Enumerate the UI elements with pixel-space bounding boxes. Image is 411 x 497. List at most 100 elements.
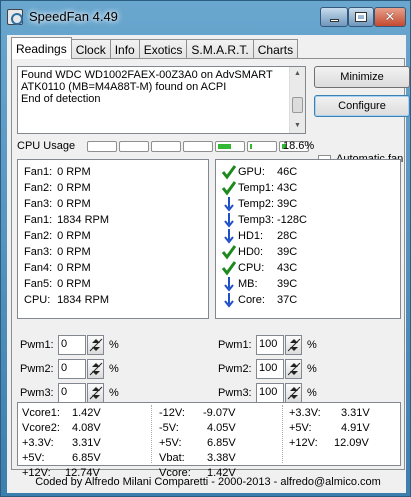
- tab-info[interactable]: Info: [109, 39, 140, 59]
- fan-row: Fan2: 0 RPM: [24, 228, 208, 244]
- fan-row: Fan4: 0 RPM: [24, 260, 208, 276]
- tab-charts[interactable]: Charts: [252, 39, 299, 59]
- voltage-label: +3.3V:: [22, 437, 54, 449]
- check-icon: [222, 245, 236, 260]
- pwm-value-field[interactable]: 0: [58, 359, 86, 379]
- pwm-value-field[interactable]: 0: [58, 335, 86, 355]
- cpu-core-meter-fill: [250, 144, 252, 149]
- voltage-row: +5V: 4.91V: [289, 421, 399, 436]
- configure-button[interactable]: Configure: [314, 95, 410, 117]
- voltage-label: +3.3V:: [289, 407, 321, 419]
- pwm-value-field[interactable]: 0: [58, 383, 86, 403]
- voltage-value: 6.85V: [207, 437, 236, 449]
- fan-row: Fan2: 0 RPM: [24, 180, 208, 196]
- column-divider: [282, 405, 283, 463]
- voltage-label: -12V:: [159, 407, 185, 419]
- pwm-spinner[interactable]: [285, 359, 302, 379]
- fan-value: 0 RPM: [57, 278, 91, 290]
- fan-value: 0 RPM: [57, 262, 91, 274]
- voltages-panel: Vcore1: 1.42V Vcore2: 4.08V +3.3V: 3.31V +5…: [17, 402, 401, 479]
- temperature-value: 37C: [277, 294, 298, 306]
- fan-row: Fan3: 0 RPM: [24, 244, 208, 260]
- fan-row: Fan5: 0 RPM: [24, 276, 208, 292]
- voltage-row: Vbat: 3.38V: [159, 451, 279, 466]
- temperature-label: Temp2:: [238, 198, 275, 210]
- fan-value: 1834 RPM: [57, 214, 110, 226]
- temperature-row: HD0: 39C: [220, 244, 400, 260]
- voltage-row: +5V: 6.85V: [22, 451, 142, 466]
- voltage-label: Vcore2:: [22, 422, 60, 434]
- log-line: Found WDC WD1002FAEX-00Z3A0 on AdvSMART: [21, 69, 273, 81]
- pwm-unit: %: [109, 339, 119, 351]
- pwm-spinner[interactable]: [87, 335, 104, 355]
- pwm-spinner[interactable]: [285, 335, 302, 355]
- arrow-down-icon: [224, 197, 234, 212]
- cpu-core-meter: [183, 141, 213, 152]
- pwm-unit: %: [109, 387, 119, 399]
- temperature-row: Temp3: -128C: [220, 212, 400, 228]
- scroll-up-arrow-icon[interactable]: ▲: [290, 67, 305, 81]
- temperature-value: 28C: [277, 230, 298, 242]
- pwm-unit: %: [307, 363, 317, 375]
- speedfan-app-icon[interactable]: [7, 9, 23, 25]
- voltage-row: -5V: 4.05V: [159, 421, 279, 436]
- voltage-value: 4.08V: [72, 422, 101, 434]
- voltage-row: Vcore1: 1.42V: [22, 406, 142, 421]
- pwm-spinner[interactable]: [285, 383, 302, 403]
- voltage-value: 6.85V: [72, 452, 101, 464]
- pwm-spinner[interactable]: [87, 359, 104, 379]
- voltage-label: +5V:: [22, 452, 45, 464]
- fan-value: 0 RPM: [57, 182, 91, 194]
- detection-log[interactable]: Found WDC WD1002FAEX-00Z3A0 on AdvSMART …: [17, 66, 306, 134]
- fan-label: Fan2:: [24, 230, 53, 242]
- pwm-value-field[interactable]: 100: [256, 383, 284, 403]
- fan-value: 0 RPM: [57, 198, 91, 210]
- tab-exotics[interactable]: Exotics: [138, 39, 188, 59]
- fan-row: Fan1: 1834 RPM: [24, 212, 208, 228]
- pwm-label: Pwm3:: [218, 387, 252, 399]
- check-icon: [222, 165, 236, 180]
- scroll-down-arrow-icon[interactable]: ▼: [290, 119, 305, 133]
- cpu-core-meter: [119, 141, 149, 152]
- voltage-value: -9.07V: [203, 407, 236, 419]
- temperature-row: Temp2: 39C: [220, 196, 400, 212]
- voltage-row: +12V: 12.09V: [289, 436, 399, 451]
- fan-label: Fan2:: [24, 182, 53, 194]
- fan-value: 0 RPM: [57, 166, 91, 178]
- temperature-value: 43C: [277, 262, 298, 274]
- voltage-value: 4.91V: [341, 422, 370, 434]
- log-scrollbar[interactable]: ▲ ▼: [289, 67, 305, 133]
- temperature-label: Temp1:: [238, 182, 275, 194]
- voltage-label: +5V:: [289, 422, 312, 434]
- title-bar[interactable]: SpeedFan 4.49 ✕: [1, 1, 410, 35]
- temperature-row: HD1: 28C: [220, 228, 400, 244]
- temperature-value: 39C: [277, 198, 298, 210]
- scroll-thumb[interactable]: [292, 97, 303, 113]
- tab-readings[interactable]: Readings: [11, 37, 72, 59]
- temperature-label: Temp3:: [238, 214, 275, 226]
- temperature-value: -128C: [277, 214, 307, 226]
- voltage-label: -5V:: [159, 422, 179, 434]
- window-maximize-button[interactable]: [348, 7, 374, 27]
- voltage-value: 3.31V: [341, 407, 370, 419]
- pwm-value-field[interactable]: 100: [256, 359, 284, 379]
- log-line: ATK0110 (MB=M4A88T-M) found on ACPI: [21, 81, 227, 93]
- arrow-down-icon: [224, 277, 234, 292]
- window-close-button[interactable]: ✕: [374, 7, 406, 27]
- pwm-value-field[interactable]: 100: [256, 335, 284, 355]
- tab-clock[interactable]: Clock: [70, 39, 111, 59]
- temperature-label: CPU:: [238, 262, 265, 274]
- fan-label: Fan4:: [24, 262, 53, 274]
- pwm-label: Pwm1:: [20, 339, 54, 351]
- minimize-button[interactable]: Minimize: [314, 66, 410, 88]
- window-minimize-button[interactable]: [320, 7, 348, 27]
- voltage-column-3: +3.3V: 3.31V +5V: 4.91V +12V: 12.09V: [289, 406, 399, 451]
- voltage-value: 12.09V: [334, 437, 369, 449]
- temperature-value: 39C: [277, 246, 298, 258]
- voltage-label: +5V:: [159, 437, 182, 449]
- minimize-icon: [329, 18, 339, 22]
- window-title: SpeedFan 4.49: [29, 9, 118, 24]
- tab-smart[interactable]: S.M.A.R.T.: [186, 39, 254, 59]
- column-divider: [151, 405, 152, 463]
- pwm-spinner[interactable]: [87, 383, 104, 403]
